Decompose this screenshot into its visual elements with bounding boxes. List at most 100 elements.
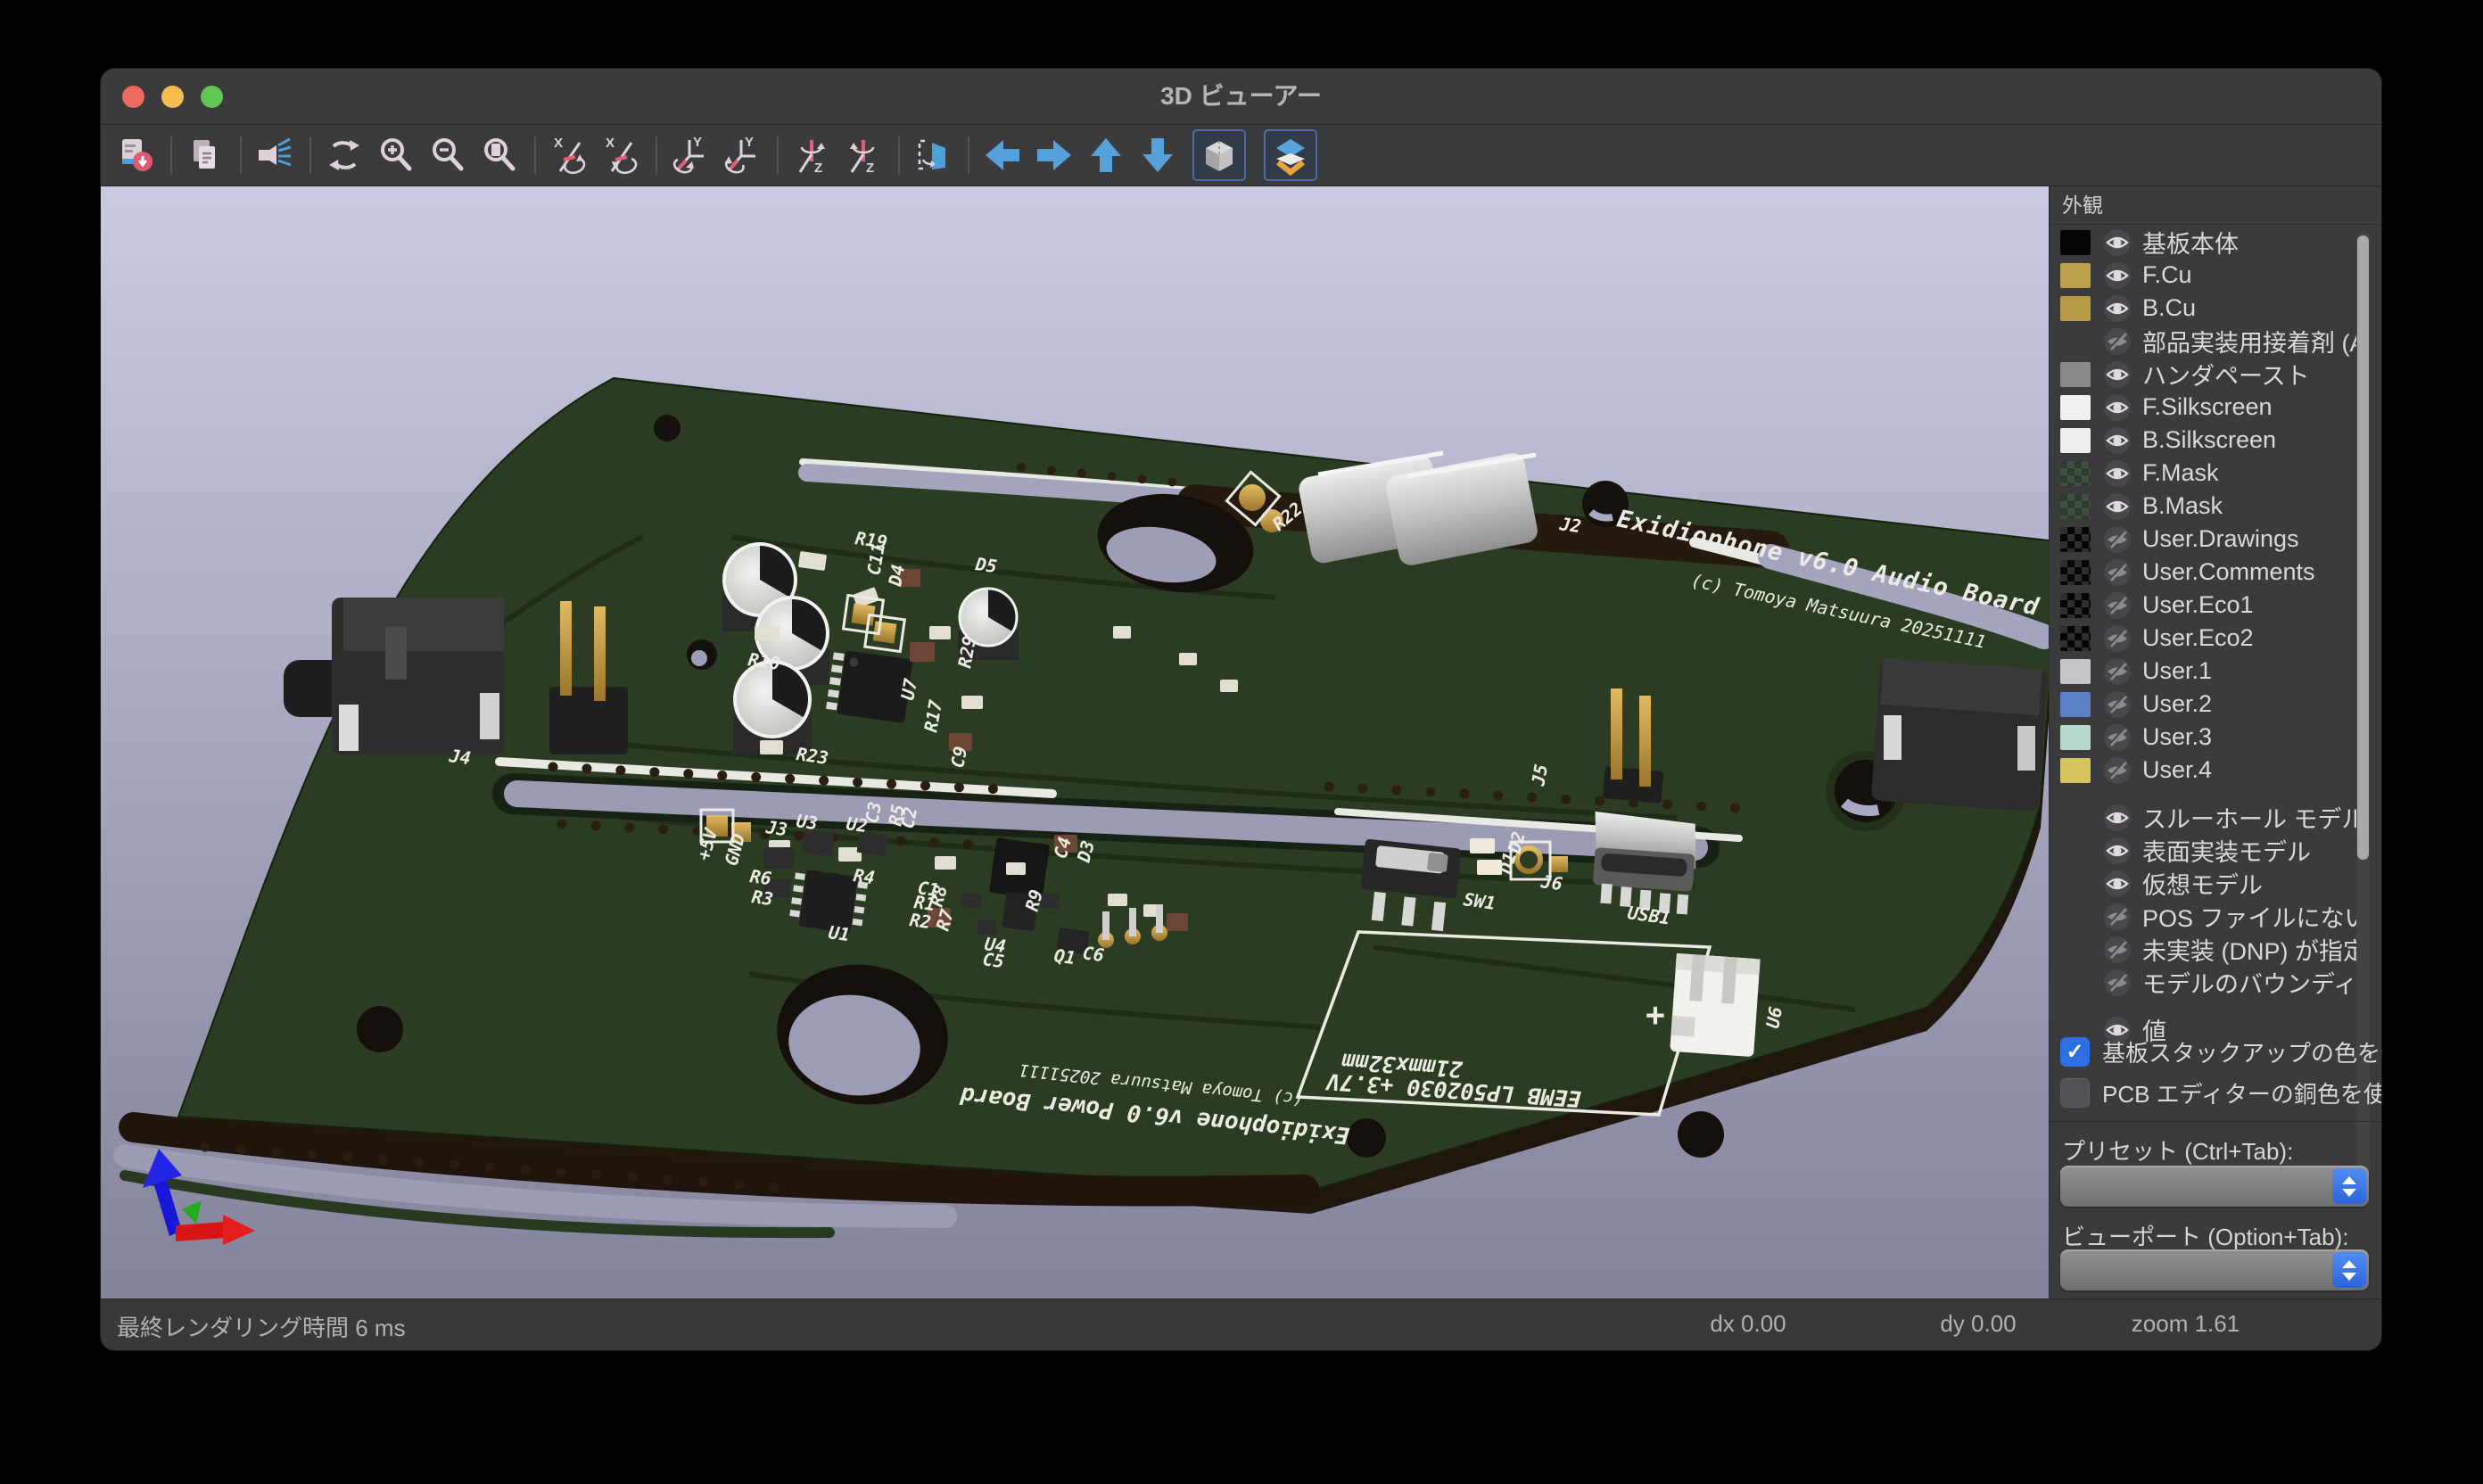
redraw-button[interactable] (322, 131, 367, 179)
layer-color-swatch[interactable] (2060, 659, 2091, 684)
preset-stepper-icon[interactable] (2332, 1168, 2366, 1204)
visibility-off-icon[interactable] (2103, 624, 2132, 653)
layer-row[interactable]: POS ファイルにないモデル (2060, 900, 2363, 933)
flip-board-button[interactable] (911, 131, 955, 179)
rotate-z-ccw-button[interactable]: Z (841, 131, 886, 179)
panel-scrollbar-thumb[interactable] (2357, 235, 2369, 860)
visibility-off-icon[interactable] (2103, 657, 2132, 686)
rotate-z-cw-button[interactable]: Z (789, 131, 834, 179)
layer-color-swatch[interactable] (2060, 494, 2091, 519)
layer-row[interactable]: User.3 (2060, 721, 2363, 754)
zoom-out-button[interactable] (425, 131, 470, 179)
refdes-label: R4 (852, 864, 876, 888)
visibility-on-icon[interactable] (2103, 228, 2132, 257)
toolbar: X X Y (101, 125, 2381, 186)
layer-row[interactable]: User.Drawings (2060, 523, 2363, 556)
layer-color-swatch[interactable] (2060, 362, 2091, 387)
zoom-fit-button[interactable] (477, 131, 522, 179)
rotate-y-cw-button[interactable]: Y (668, 131, 713, 179)
layer-color-swatch[interactable] (2060, 593, 2091, 618)
use-stackup-colors-checkbox[interactable]: ✓ (2060, 1037, 2090, 1067)
layer-row[interactable]: User.Eco1 (2060, 589, 2363, 622)
layer-label: User.3 (2142, 723, 2212, 751)
arrow-down-icon (1137, 135, 1178, 176)
pan-down-button[interactable] (1135, 131, 1180, 179)
render-view-button[interactable] (252, 131, 297, 179)
use-stackup-colors-checkbox-row[interactable]: ✓ 基板スタックアップの色を使用 (2060, 1034, 2381, 1069)
pan-right-button[interactable] (1032, 131, 1077, 179)
visibility-on-icon[interactable] (2103, 261, 2132, 290)
flip-board-icon (912, 135, 953, 176)
use-pcb-editor-copper-checkbox-row[interactable]: PCB エディターの銅色を使用 (2060, 1075, 2381, 1110)
visibility-off-icon[interactable] (2103, 756, 2132, 785)
visibility-off-icon[interactable] (2103, 936, 2132, 964)
visibility-on-icon[interactable] (2103, 804, 2132, 832)
pan-up-button[interactable] (1084, 131, 1128, 179)
appearance-manager-toggle[interactable] (1264, 129, 1317, 181)
layer-row[interactable]: User.4 (2060, 754, 2363, 787)
visibility-off-icon[interactable] (2103, 327, 2132, 356)
viewport-combobox[interactable] (2060, 1249, 2369, 1290)
layer-color-swatch[interactable] (2060, 263, 2091, 288)
visibility-off-icon[interactable] (2103, 903, 2132, 931)
use-pcb-editor-copper-checkbox[interactable] (2060, 1078, 2090, 1108)
layer-row[interactable]: User.Eco2 (2060, 622, 2363, 655)
visibility-off-icon[interactable] (2103, 591, 2132, 620)
layer-color-swatch[interactable] (2060, 692, 2091, 717)
layer-color-swatch[interactable] (2060, 725, 2091, 750)
layer-color-swatch[interactable] (2060, 296, 2091, 321)
layer-row[interactable]: 未実装 (DNP) が指定されたモデル (2060, 933, 2363, 966)
layer-row[interactable]: B.Mask (2060, 490, 2363, 523)
layer-row[interactable]: 表面実装モデル (2060, 834, 2363, 867)
layer-row[interactable]: 部品実装用接着剤 (Adhesive) (2060, 325, 2363, 358)
layer-row[interactable]: F.Mask (2060, 457, 2363, 490)
title-bar[interactable]: 3D ビューアー (101, 69, 2381, 125)
visibility-on-icon[interactable] (2103, 837, 2132, 865)
reload-board-button[interactable] (113, 131, 158, 179)
preset-combobox[interactable] (2060, 1166, 2369, 1207)
visibility-on-icon[interactable] (2103, 492, 2132, 521)
layer-row[interactable]: B.Silkscreen (2060, 424, 2363, 457)
layer-row[interactable]: User.2 (2060, 688, 2363, 721)
zoom-in-button[interactable] (374, 131, 418, 179)
visibility-off-icon[interactable] (2103, 690, 2132, 719)
layer-row[interactable]: スルーホール モデル (2060, 801, 2363, 834)
visibility-on-icon[interactable] (2103, 360, 2132, 389)
visibility-on-icon[interactable] (2103, 393, 2132, 422)
arrow-left-icon (982, 135, 1023, 176)
visibility-on-icon[interactable] (2103, 870, 2132, 898)
visibility-on-icon[interactable] (2103, 294, 2132, 323)
3d-viewport-canvas[interactable]: Exidiophone v6.0 Audio Board (c) Tomoya … (101, 186, 2049, 1301)
rotate-x-ccw-button[interactable]: X (598, 131, 643, 179)
layer-row[interactable]: B.Cu (2060, 292, 2363, 325)
layers-icon (1270, 135, 1311, 176)
layer-color-swatch[interactable] (2060, 527, 2091, 552)
orthographic-projection-toggle[interactable] (1192, 129, 1246, 181)
layer-color-swatch[interactable] (2060, 626, 2091, 651)
visibility-off-icon[interactable] (2103, 969, 2132, 997)
layer-row[interactable]: F.Cu (2060, 259, 2363, 292)
layer-color-swatch[interactable] (2060, 560, 2091, 585)
layer-row[interactable]: 仮想モデル (2060, 867, 2363, 900)
layer-color-swatch[interactable] (2060, 395, 2091, 420)
visibility-off-icon[interactable] (2103, 525, 2132, 554)
layer-color-swatch[interactable] (2060, 428, 2091, 453)
pan-left-button[interactable] (980, 131, 1025, 179)
layer-color-swatch[interactable] (2060, 758, 2091, 783)
layer-row[interactable]: 基板本体 (2060, 226, 2363, 259)
visibility-off-icon[interactable] (2103, 558, 2132, 587)
visibility-off-icon[interactable] (2103, 723, 2132, 752)
layer-color-swatch[interactable] (2060, 461, 2091, 486)
layer-row[interactable]: User.1 (2060, 655, 2363, 688)
layer-row[interactable]: User.Comments (2060, 556, 2363, 589)
layer-row[interactable]: ハンダペースト (2060, 358, 2363, 391)
visibility-on-icon[interactable] (2103, 426, 2132, 455)
layer-color-swatch[interactable] (2060, 230, 2091, 255)
rotate-x-cw-button[interactable]: X (547, 131, 591, 179)
rotate-y-ccw-button[interactable]: Y (720, 131, 764, 179)
layer-row[interactable]: F.Silkscreen (2060, 391, 2363, 424)
layer-row[interactable]: モデルのバウンディングボックス (2060, 966, 2363, 999)
visibility-on-icon[interactable] (2103, 459, 2132, 488)
copy-image-button[interactable] (183, 131, 227, 179)
viewport-stepper-icon[interactable] (2332, 1252, 2366, 1288)
